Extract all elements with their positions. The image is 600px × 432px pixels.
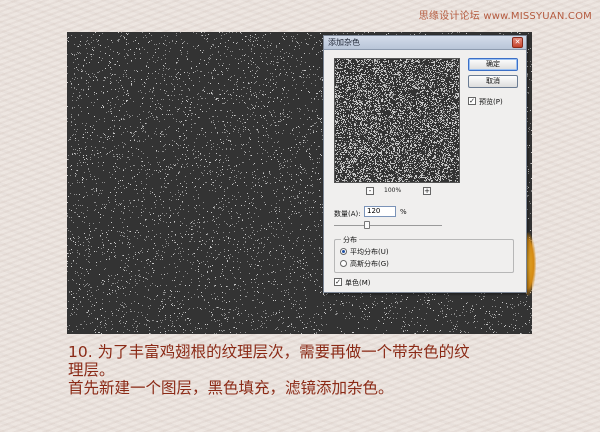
caption-line-3: 首先新建一个图层，黑色填充，滤镜添加杂色。 [68, 379, 394, 397]
zoom-controls: - 100% + [364, 187, 434, 197]
preview-checkbox[interactable]: ✓ [468, 97, 476, 105]
checkmark-icon: ✓ [335, 278, 341, 286]
close-button[interactable]: ✕ [512, 37, 523, 48]
zoom-in-button[interactable]: + [423, 187, 431, 195]
amount-label: 数量(A): [334, 210, 361, 218]
gaussian-radio[interactable] [340, 260, 347, 267]
preview-label: 预览(P) [479, 98, 503, 106]
noise-preview[interactable] [334, 58, 460, 183]
gaussian-label: 高斯分布(G) [350, 260, 389, 268]
dialog-titlebar[interactable]: 添加杂色 ✕ [324, 36, 526, 50]
checkmark-icon: ✓ [469, 97, 475, 105]
zoom-out-button[interactable]: - [366, 187, 374, 195]
ok-button[interactable]: 确定 [468, 58, 518, 71]
zoom-level: 100% [384, 187, 402, 194]
watermark-text: 思缘设计论坛 www.MISSYUAN.COM [418, 11, 592, 22]
tutorial-caption: 10. 为了丰富鸡翅根的纹理层次，需要再做一个带杂色的纹 理层。 首先新建一个图… [68, 343, 588, 397]
close-icon: ✕ [514, 38, 521, 46]
amount-slider-thumb[interactable] [364, 221, 370, 229]
cancel-button[interactable]: 取消 [468, 75, 518, 88]
amount-slider-track[interactable] [334, 225, 442, 226]
dialog-title: 添加杂色 [328, 38, 360, 47]
uniform-radio[interactable] [340, 248, 347, 255]
monochrome-checkbox[interactable]: ✓ [334, 278, 342, 286]
amount-unit: % [400, 208, 407, 216]
uniform-label: 平均分布(U) [350, 248, 389, 256]
add-noise-dialog: 添加杂色 ✕ - 100% + 确定 取消 ✓ 预览(P) 数量(A): 120… [323, 35, 527, 293]
caption-line-2: 理层。 [68, 361, 115, 379]
monochrome-label: 单色(M) [345, 279, 371, 287]
caption-line-1: 10. 为了丰富鸡翅根的纹理层次，需要再做一个带杂色的纹 [68, 343, 470, 361]
amount-value: 120 [367, 207, 381, 215]
distribution-title: 分布 [341, 235, 359, 245]
amount-input[interactable]: 120 [364, 206, 396, 217]
